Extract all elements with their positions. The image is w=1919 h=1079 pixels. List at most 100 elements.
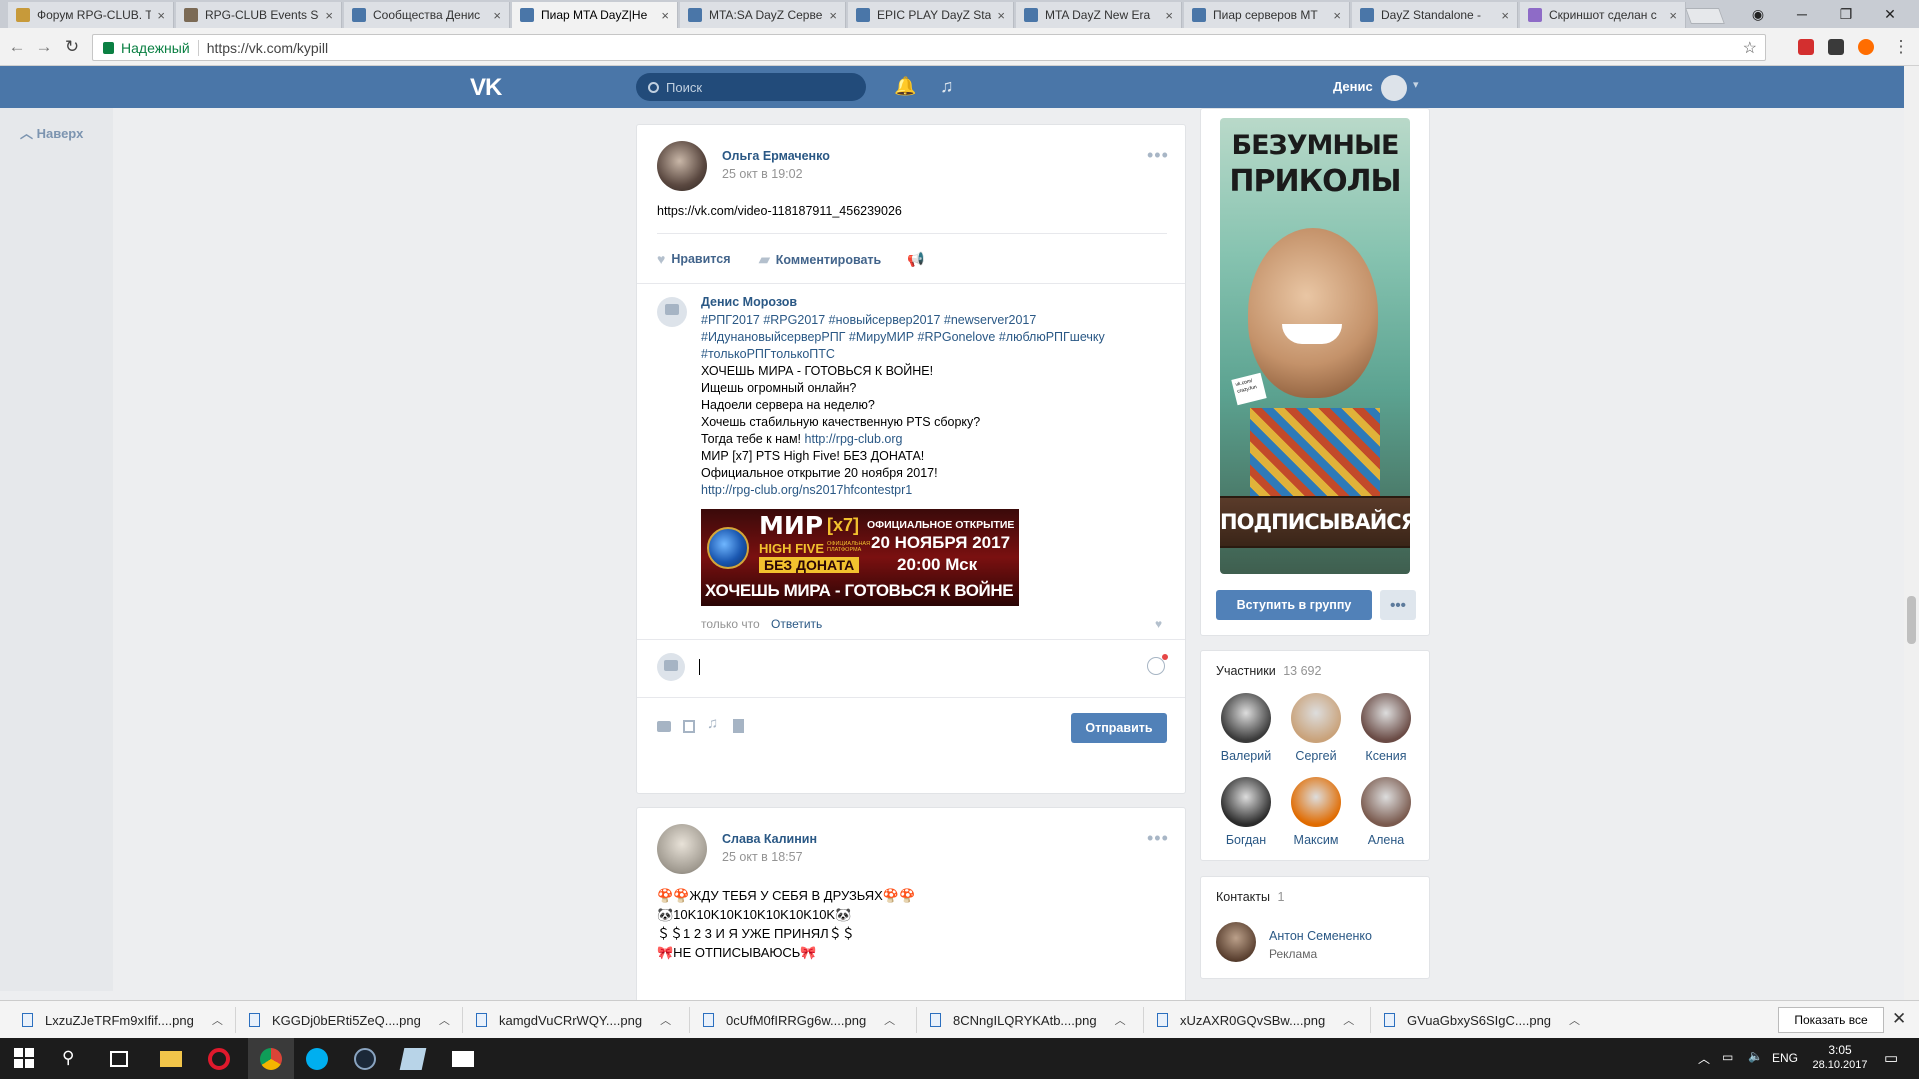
- back-to-top-link[interactable]: ︿ Наверх: [20, 123, 83, 142]
- download-item[interactable]: KGGDj0bERti5ZeQ....png ︿: [249, 1001, 450, 1039]
- music-note-icon[interactable]: ♫: [940, 76, 954, 97]
- close-downloads-icon[interactable]: ✕: [1892, 1009, 1906, 1029]
- tab-close-icon[interactable]: ×: [1333, 8, 1341, 23]
- file-explorer-icon[interactable]: [160, 1051, 182, 1067]
- tray-chevron-up-icon[interactable]: ︿: [1698, 1050, 1710, 1067]
- tab-close-icon[interactable]: ×: [1501, 8, 1509, 23]
- more-options-icon[interactable]: •••: [1147, 145, 1169, 166]
- chrome-icon[interactable]: [260, 1048, 282, 1070]
- contact-name[interactable]: Антон Семененко: [1269, 929, 1372, 943]
- browser-tab[interactable]: Пиар MTA DayZ|Не ×: [512, 2, 678, 28]
- chevron-up-icon[interactable]: ︿: [1343, 1012, 1354, 1028]
- download-item[interactable]: kamgdVuCRrWQY....png ︿: [476, 1001, 671, 1039]
- forward-icon[interactable]: →: [33, 36, 55, 58]
- comment-image-banner[interactable]: МИР [x7] HIGH FIVE ОФИЦИАЛЬНАЯ ПЛАТФОРМА…: [701, 509, 1019, 606]
- download-item[interactable]: 8CNngILQRYKAtb....png ︿: [930, 1001, 1126, 1039]
- extension-icon-2[interactable]: [1828, 39, 1844, 55]
- close-window-icon[interactable]: ✕: [1870, 0, 1910, 28]
- extension-icon-1[interactable]: [1798, 39, 1814, 55]
- scrollbar-thumb[interactable]: [1907, 596, 1916, 644]
- download-item[interactable]: GVuaGbxyS6SIgC....png ︿: [1384, 1001, 1580, 1039]
- reply-link[interactable]: Ответить: [771, 617, 822, 631]
- tab-close-icon[interactable]: ×: [661, 8, 669, 23]
- contest-link[interactable]: http://rpg-club.org/ns2017hfcontestpr1: [701, 482, 1171, 499]
- action-center-icon[interactable]: ▭: [1884, 1049, 1898, 1067]
- share-button[interactable]: 📢: [907, 251, 930, 268]
- attach-audio-icon[interactable]: ♫: [707, 715, 718, 732]
- chevron-up-icon[interactable]: ︿: [1115, 1012, 1126, 1028]
- post-text[interactable]: https://vk.com/video-118187911_456239026: [657, 203, 902, 220]
- network-icon[interactable]: ▭: [1722, 1050, 1733, 1064]
- browser-tab[interactable]: Сообщества Денис ×: [344, 2, 510, 28]
- browser-menu-icon[interactable]: ⋮: [1890, 36, 1912, 58]
- download-item[interactable]: LxzuZJeTRFm9xIfif....png ︿: [22, 1001, 223, 1039]
- comment-button[interactable]: ▰ Комментировать: [759, 251, 881, 268]
- maximize-icon[interactable]: ❐: [1826, 0, 1866, 28]
- user-name[interactable]: Денис: [1333, 79, 1373, 94]
- rpg-club-link[interactable]: http://rpg-club.org: [805, 432, 903, 446]
- tab-close-icon[interactable]: ×: [1165, 8, 1173, 23]
- author-avatar[interactable]: [657, 141, 707, 191]
- post-author[interactable]: Слава Калинин: [722, 832, 817, 846]
- attach-document-icon[interactable]: [733, 719, 744, 733]
- browser-tab[interactable]: RPG-CLUB Events Sc ×: [176, 2, 342, 28]
- tab-close-icon[interactable]: ×: [997, 8, 1005, 23]
- browser-tab[interactable]: DayZ Standalone - ×: [1352, 2, 1518, 28]
- group-banner-image[interactable]: БЕЗУМНЫЕ ПРИКОЛЫ vk.com/ crazy.fun ПОДПИ…: [1220, 118, 1410, 574]
- chevron-up-icon[interactable]: ︿: [1569, 1012, 1580, 1028]
- contacts-header[interactable]: Контакты 1: [1216, 890, 1284, 904]
- search-icon[interactable]: ⚲: [62, 1048, 84, 1070]
- notifications-bell-icon[interactable]: 🔔: [894, 76, 916, 97]
- tab-close-icon[interactable]: ×: [493, 8, 501, 23]
- bookmark-star-icon[interactable]: ☆: [1743, 38, 1757, 58]
- search-input[interactable]: Поиск: [636, 73, 866, 101]
- video-clapper-icon[interactable]: [452, 1051, 474, 1067]
- task-view-icon[interactable]: [110, 1051, 128, 1067]
- download-item[interactable]: xUzAXR0GQvSBw....png ︿: [1157, 1001, 1354, 1039]
- chevron-down-icon[interactable]: ▾: [1413, 78, 1419, 91]
- member-item[interactable]: Сергей: [1281, 693, 1351, 763]
- attach-photo-icon[interactable]: [657, 721, 671, 732]
- skype-icon[interactable]: [306, 1048, 328, 1070]
- more-options-icon[interactable]: •••: [1147, 828, 1169, 849]
- minimize-icon[interactable]: ─: [1782, 0, 1822, 28]
- send-button[interactable]: Отправить: [1071, 713, 1167, 743]
- post-author[interactable]: Ольга Ермаченко: [722, 149, 830, 163]
- attach-video-icon[interactable]: [683, 720, 695, 733]
- comment-time[interactable]: только что: [701, 617, 760, 631]
- browser-tab[interactable]: Форум RPG-CLUB. T ×: [8, 2, 174, 28]
- members-header[interactable]: Участники 13 692: [1216, 664, 1321, 678]
- group-more-icon[interactable]: •••: [1380, 590, 1416, 620]
- tab-close-icon[interactable]: ×: [325, 8, 333, 23]
- chevron-up-icon[interactable]: ︿: [212, 1012, 223, 1028]
- new-tab-button[interactable]: [1685, 8, 1725, 24]
- like-button[interactable]: ♥ Нравится: [657, 251, 731, 267]
- chevron-up-icon[interactable]: ︿: [439, 1012, 450, 1028]
- windows-start-icon[interactable]: [14, 1048, 36, 1070]
- member-item[interactable]: Максим: [1281, 777, 1351, 847]
- post-date[interactable]: 25 окт в 19:02: [722, 167, 803, 181]
- extension-icon-3[interactable]: [1858, 39, 1874, 55]
- vk-logo[interactable]: VK: [470, 74, 502, 102]
- browser-tab[interactable]: MTA DayZ New Era ×: [1016, 2, 1182, 28]
- join-group-button[interactable]: Вступить в группу: [1216, 590, 1372, 620]
- browser-tab[interactable]: Скриншот сделан с ×: [1520, 2, 1686, 28]
- chevron-up-icon[interactable]: ︿: [884, 1012, 895, 1028]
- tab-close-icon[interactable]: ×: [829, 8, 837, 23]
- contact-avatar[interactable]: [1216, 922, 1256, 962]
- show-all-downloads-button[interactable]: Показать все: [1778, 1007, 1884, 1033]
- tab-close-icon[interactable]: ×: [1669, 8, 1677, 23]
- commenter-avatar[interactable]: [657, 297, 687, 327]
- reload-icon[interactable]: ↻: [61, 36, 83, 58]
- tab-close-icon[interactable]: ×: [157, 8, 165, 23]
- browser-tab[interactable]: EPIC PLAY DayZ Sta ×: [848, 2, 1014, 28]
- browser-tab[interactable]: Пиар серверов МТ ×: [1184, 2, 1350, 28]
- member-item[interactable]: Ксения: [1351, 693, 1421, 763]
- member-item[interactable]: Валерий: [1211, 693, 1281, 763]
- member-item[interactable]: Богдан: [1211, 777, 1281, 847]
- author-avatar[interactable]: [657, 824, 707, 874]
- comment-like-heart-icon[interactable]: ♥: [1155, 617, 1162, 631]
- comment-author[interactable]: Денис Морозов: [701, 295, 797, 309]
- address-bar[interactable]: Надежный https://vk.com/kypill ☆: [92, 34, 1766, 61]
- volume-icon[interactable]: 🔈: [1748, 1049, 1763, 1063]
